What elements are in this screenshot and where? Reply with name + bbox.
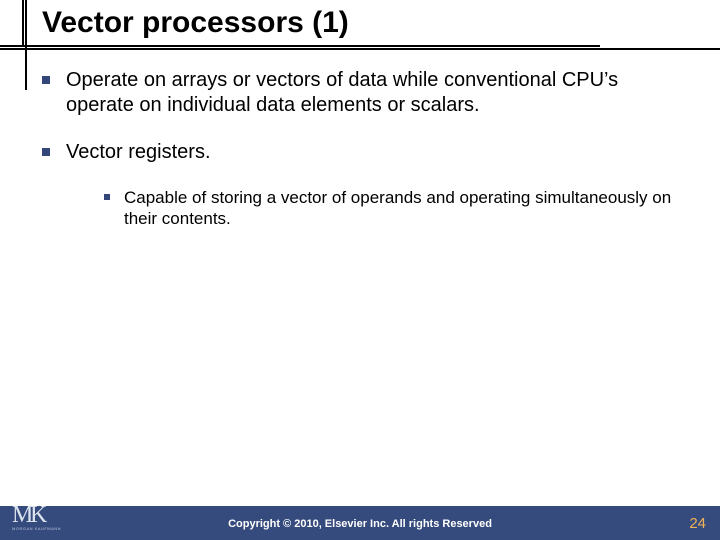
sub-bullet-list: Capable of storing a vector of operands …	[104, 187, 690, 230]
slide: Vector processors (1) Operate on arrays …	[0, 0, 720, 540]
copyright-text: Copyright © 2010, Elsevier Inc. All righ…	[0, 518, 720, 530]
rule-side-lower	[25, 0, 27, 90]
page-number: 24	[689, 515, 706, 532]
sub-bullet-item: Capable of storing a vector of operands …	[104, 187, 690, 230]
bullet-item: Vector registers.	[42, 140, 690, 165]
slide-title: Vector processors (1)	[42, 6, 349, 40]
rule-side-upper	[22, 0, 24, 47]
bullet-text: Operate on arrays or vectors of data whi…	[66, 68, 690, 118]
content-area: Operate on arrays or vectors of data whi…	[42, 68, 690, 242]
sub-bullet-text: Capable of storing a vector of operands …	[124, 187, 690, 230]
square-bullet-icon	[42, 148, 50, 156]
bullet-text: Vector registers.	[66, 140, 211, 165]
square-bullet-icon	[104, 194, 110, 200]
square-bullet-icon	[42, 76, 50, 84]
rule-top-full	[0, 48, 720, 50]
bullet-item: Operate on arrays or vectors of data whi…	[42, 68, 690, 118]
rule-top-short	[0, 45, 600, 47]
